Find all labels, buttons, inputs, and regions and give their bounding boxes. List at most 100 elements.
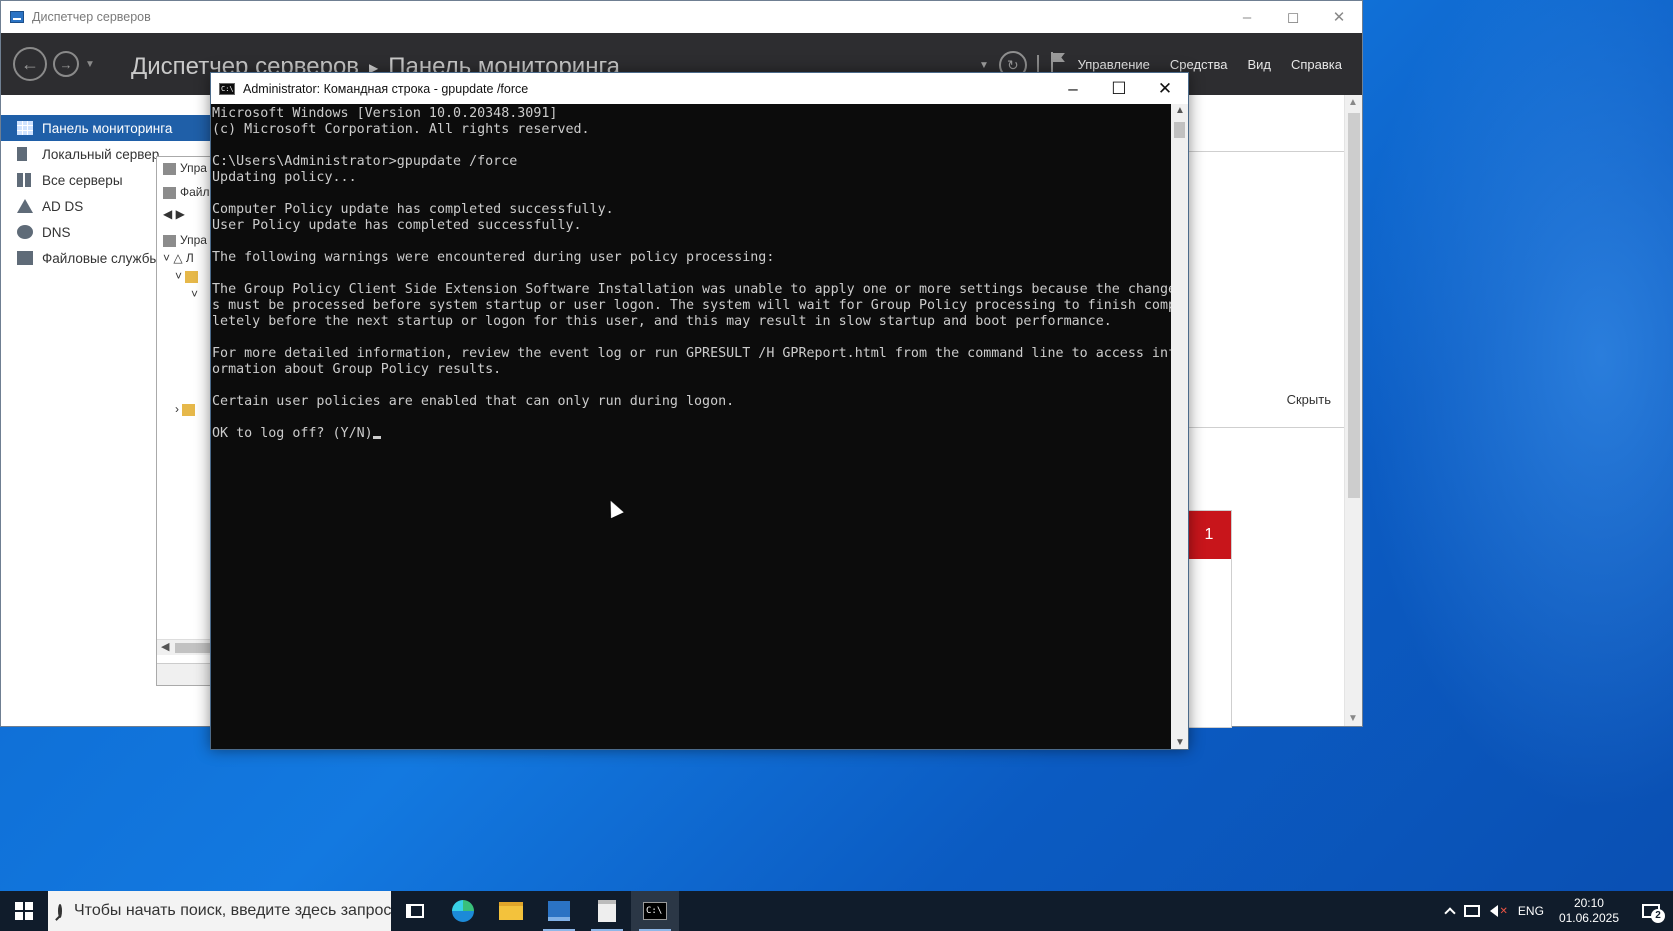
sidebar-item-label: Файловые службы (42, 250, 160, 266)
console-line: Microsoft Windows [Version 10.0.20348.30… (212, 106, 558, 121)
clock-time: 20:10 (1573, 896, 1604, 910)
cmd-minimize-button[interactable]: – (1050, 73, 1096, 104)
action-center-button[interactable]: 2 (1629, 891, 1673, 931)
mmc-file-menu[interactable]: Файл (163, 185, 210, 199)
sidebar-item-label: Локальный сервер (42, 146, 160, 162)
cmd-titlebar[interactable]: C:\ Administrator: Командная строка - gp… (211, 73, 1188, 104)
text-cursor-icon (372, 436, 381, 439)
mmc-window: Упра Файл ◀ ▶ Упра ˅ △ Л ˅ ˅ › ◀ (156, 156, 216, 686)
search-icon (58, 904, 62, 918)
volume-muted-icon (1489, 905, 1498, 917)
server-icon (17, 147, 27, 161)
edge-button[interactable] (439, 891, 487, 931)
cmd-close-button[interactable]: ✕ (1142, 73, 1188, 104)
mmc-tree-root[interactable]: Упра (163, 233, 207, 247)
mmc-toolbar[interactable]: ◀ ▶ (163, 207, 185, 221)
cmd-maximize-button[interactable]: ☐ (1096, 73, 1142, 104)
taskbar-search[interactable]: Чтобы начать поиск, введите здесь запрос (48, 891, 391, 931)
console-line: s must be processed before system startu… (212, 298, 1171, 313)
start-button[interactable] (0, 891, 48, 931)
task-view-icon (406, 904, 424, 918)
scroll-left-icon[interactable]: ◀ (161, 640, 169, 653)
network-icon (1463, 905, 1480, 917)
scrollbar-thumb[interactable] (1174, 122, 1185, 138)
tile-count-badge[interactable]: 1 (1187, 511, 1231, 559)
sidebar-item-dashboard[interactable]: Панель мониторинга (1, 115, 210, 141)
hide-link[interactable]: Скрыть (1287, 392, 1331, 407)
command-prompt-window[interactable]: C:\ Administrator: Командная строка - gp… (210, 72, 1189, 750)
server-manager-icon (10, 11, 24, 23)
folder-icon (182, 403, 196, 416)
console-line: User Policy update has completed success… (212, 218, 582, 233)
history-dropdown-icon[interactable]: ▼ (85, 59, 95, 70)
menu-tools[interactable]: Средства (1170, 57, 1228, 72)
mmc-tree-node[interactable]: ˅ △ Л (163, 251, 194, 265)
menu-manage[interactable]: Управление (1078, 57, 1150, 72)
sidebar-item-label: AD DS (42, 198, 84, 214)
server-manager-titlebar[interactable]: Диспетчер серверов – ◻ ✕ (1, 1, 1362, 33)
scroll-up-icon[interactable]: ▲ (1175, 105, 1185, 116)
muted-x-icon: ✕ (1499, 905, 1508, 917)
network-button[interactable] (1459, 905, 1485, 917)
mmc-icon (163, 186, 176, 199)
back-button[interactable]: ← (13, 47, 47, 81)
notepad-taskbar-button[interactable] (583, 891, 631, 931)
ad-ds-icon (17, 199, 33, 213)
server-manager-scrollbar[interactable]: ▲ ▼ (1344, 95, 1362, 726)
mmc-tree-node[interactable]: ˅ (191, 287, 198, 301)
console-prompt[interactable]: OK to log off? (Y/N) (212, 426, 1171, 442)
server-manager-taskbar-button[interactable] (535, 891, 583, 931)
system-tray: ✕ ENG 20:10 01.06.2025 2 (1441, 891, 1673, 931)
dns-icon (17, 225, 33, 239)
console-line: For more detailed information, review th… (212, 346, 1171, 361)
file-services-icon (17, 251, 33, 265)
sidebar-item-label: DNS (42, 224, 71, 240)
scrollbar-thumb[interactable] (1348, 113, 1360, 498)
menu-help[interactable]: Справка (1291, 57, 1342, 72)
clock-date: 01.06.2025 (1558, 911, 1619, 925)
mmc-hscrollbar[interactable]: ◀ (157, 639, 215, 655)
volume-button[interactable]: ✕ (1485, 905, 1513, 917)
cmd-icon: C:\ (643, 902, 667, 920)
mmc-tree-node[interactable]: › (175, 402, 199, 416)
close-button[interactable]: ✕ (1316, 1, 1362, 33)
windows-logo-icon (15, 902, 33, 920)
mmc-tree-node[interactable]: ˅ (175, 269, 202, 283)
mmc-statusbar (157, 663, 215, 685)
language-indicator[interactable]: ENG (1513, 904, 1549, 918)
scroll-down-icon[interactable]: ▼ (1175, 737, 1185, 748)
arrow-right-icon: → (59, 56, 73, 72)
arrow-left-icon[interactable]: ◀ (163, 207, 172, 221)
sidebar-item-label: Панель мониторинга (42, 120, 173, 136)
console-line: The following warnings were encountered … (212, 250, 775, 265)
cmd-console-output[interactable]: Microsoft Windows [Version 10.0.20348.30… (211, 104, 1171, 749)
desktop-background (1313, 0, 1673, 890)
scroll-up-icon[interactable]: ▲ (1348, 97, 1358, 108)
clock[interactable]: 20:10 01.06.2025 (1549, 896, 1629, 926)
file-explorer-button[interactable] (487, 891, 535, 931)
scroll-down-icon[interactable]: ▼ (1348, 713, 1358, 724)
show-hidden-icons-button[interactable] (1441, 905, 1459, 919)
dropdown-icon[interactable]: ▼ (979, 60, 989, 71)
dashboard-icon (17, 121, 33, 135)
minimize-button[interactable]: – (1224, 1, 1270, 33)
cmd-icon: C:\ (219, 82, 235, 95)
menu-bar: Управление Средства Вид Справка (1078, 57, 1342, 72)
edge-icon (452, 900, 474, 922)
cmd-scrollbar[interactable]: ▲ ▼ (1171, 104, 1188, 749)
servers-icon (17, 173, 33, 187)
cmd-taskbar-button[interactable]: C:\ (631, 891, 679, 931)
forward-button[interactable]: → (53, 51, 79, 77)
role-tile[interactable]: 1 (1186, 510, 1232, 728)
scrollbar-thumb[interactable] (175, 643, 215, 653)
menu-view[interactable]: Вид (1247, 57, 1271, 72)
notepad-icon (598, 900, 616, 922)
task-view-button[interactable] (391, 891, 439, 931)
maximize-button[interactable]: ◻ (1270, 1, 1316, 33)
sidebar-item-label: Все серверы (42, 172, 123, 188)
console-line: letely before the next startup or logon … (212, 314, 1112, 329)
arrow-right-icon[interactable]: ▶ (176, 207, 185, 221)
server-manager-icon (548, 901, 570, 921)
